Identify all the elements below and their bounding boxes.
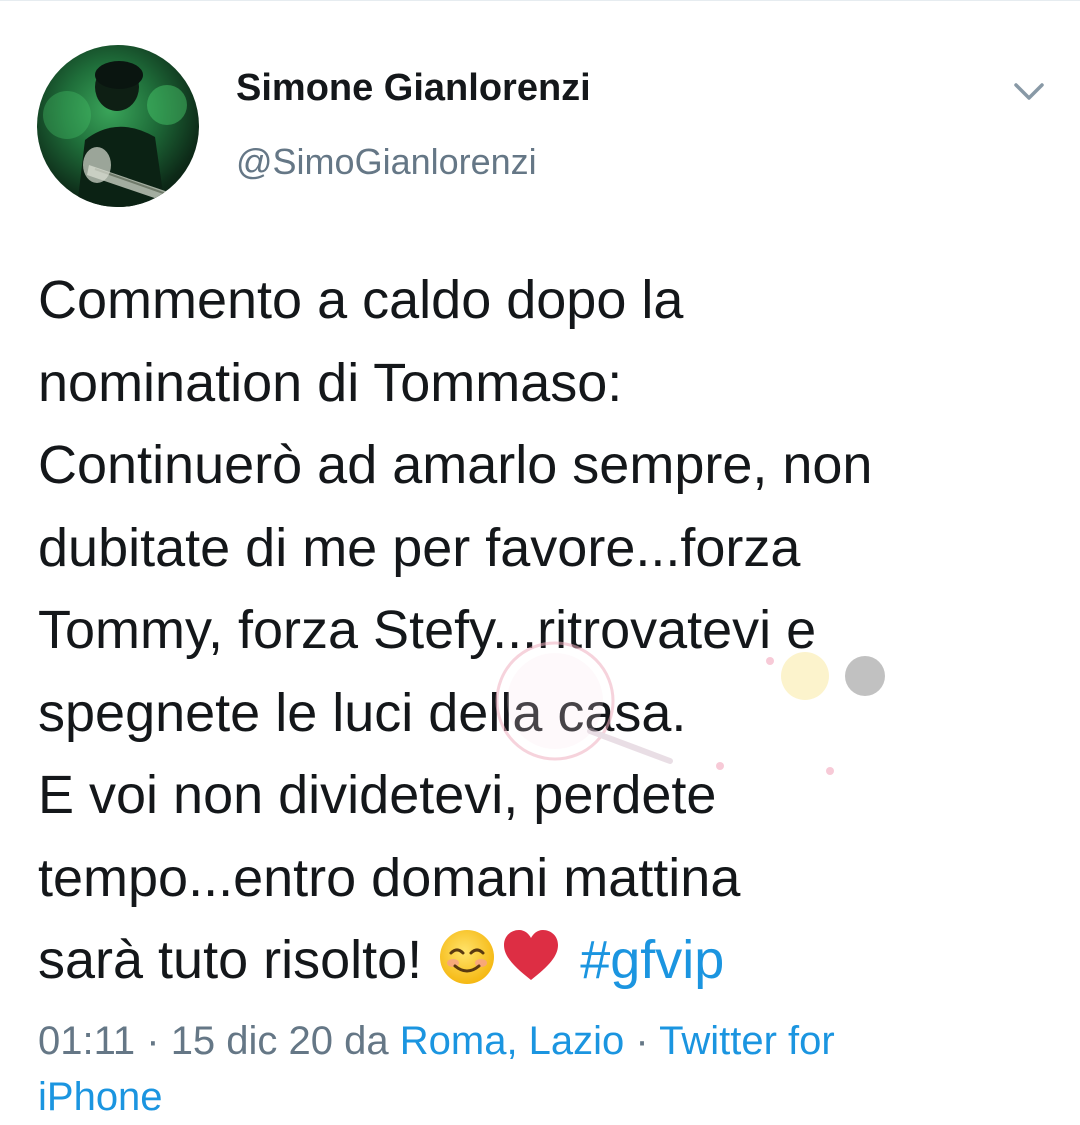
tweet-line: nomination di Tommaso: [38, 352, 623, 413]
chevron-down-icon[interactable] [1010, 73, 1048, 109]
tweet-line: Tommy, forza Stefy...ritrovatevi e [38, 600, 817, 660]
hashtag-link[interactable]: #gfvip [580, 930, 724, 990]
location-link[interactable]: Roma, Lazio [400, 1019, 625, 1063]
source-line-2: iPhone [38, 1075, 163, 1119]
meta-separator: · [135, 1019, 171, 1063]
display-name[interactable]: Simone Gianlorenzi [236, 67, 591, 110]
source-line-1: Twitter for [659, 1019, 835, 1063]
avatar[interactable] [37, 45, 199, 207]
tweet-line: E voi non dividetevi, perdete [38, 765, 717, 825]
tweet-time[interactable]: 01:11 [38, 1019, 135, 1063]
user-handle[interactable]: @SimoGianlorenzi [236, 141, 537, 183]
tweet-date[interactable]: 15 dic 20 [171, 1019, 333, 1063]
red-heart-emoji-icon [501, 926, 561, 986]
tweet-line: tempo...entro domani mattina [38, 847, 741, 908]
tweet-text: Commento a caldo dopo la nomination di T… [38, 259, 1058, 1002]
meta-da: da [333, 1019, 400, 1063]
tweet-line: Continuerò ad amarlo sempre, non [38, 435, 873, 495]
tweet-meta: 01:11 · 15 dic 20 da Roma, Lazio · Twitt… [38, 1013, 1058, 1125]
tweet-line: dubitate di me per favore...forza [38, 517, 801, 578]
tweet-card: Simone Gianlorenzi @SimoGianlorenzi Comm… [0, 0, 1080, 1119]
smiling-face-emoji-icon [437, 926, 497, 986]
tweet-line: Commento a caldo dopo la [38, 270, 684, 330]
tweet-line: sarà tuto risolto! [38, 930, 438, 990]
meta-separator: · [624, 1019, 660, 1063]
tweet-line: spegnete le luci della casa. [38, 682, 687, 743]
tweet-last-line: sarà tuto risolto! #gfvip [38, 919, 1058, 1002]
profile-photo-icon [43, 61, 187, 207]
